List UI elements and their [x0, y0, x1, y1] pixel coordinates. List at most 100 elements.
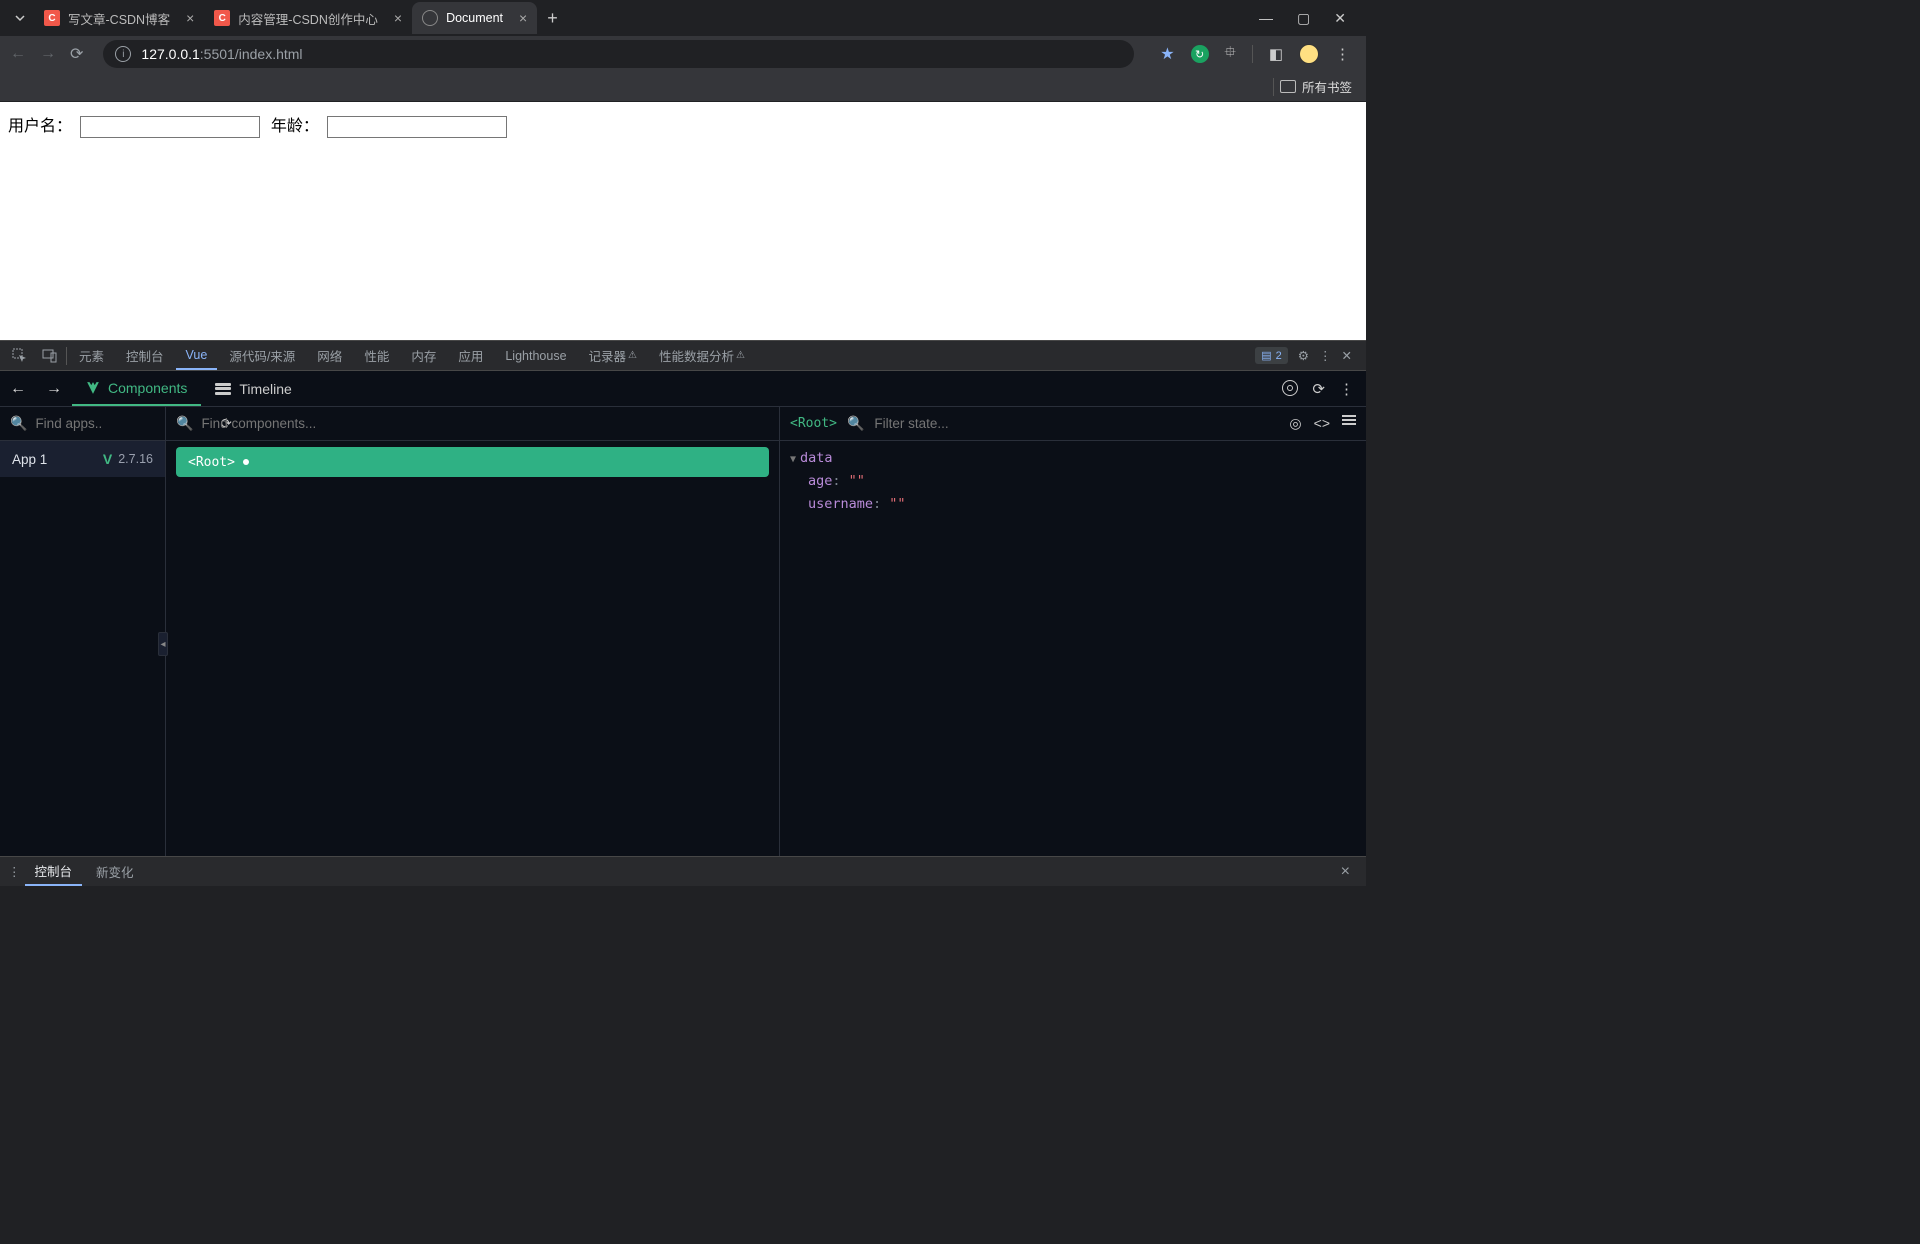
devtools-tab-console[interactable]: 控制台 — [116, 341, 174, 370]
state-prop-age[interactable]: age: "" — [790, 470, 1356, 493]
live-reload-icon[interactable]: ↻ — [1191, 45, 1209, 63]
vue-inspect-icon[interactable] — [1282, 380, 1298, 396]
state-prop-username[interactable]: username: "" — [790, 493, 1356, 516]
tab-close-icon[interactable]: × — [186, 10, 194, 26]
new-tab-button[interactable]: + — [537, 8, 568, 29]
age-label: 年龄： — [271, 118, 319, 135]
devtools-menu-icon[interactable]: ⋮ — [1319, 348, 1332, 363]
browser-tab-strip: C 写文章-CSDN博客 × C 内容管理-CSDN创作中心 × Documen… — [0, 0, 1366, 36]
tab-close-icon[interactable]: × — [394, 10, 402, 26]
folder-icon — [1280, 80, 1296, 93]
vue-panels: 🔍 ⟳ App 1 V 2.7.16 ◂ 🔍 <Root> — [0, 407, 1366, 856]
apps-search-row: 🔍 ⟳ — [0, 407, 165, 441]
separator — [66, 347, 67, 365]
browser-tab-0[interactable]: C 写文章-CSDN博客 × — [34, 2, 204, 34]
window-minimize-icon[interactable]: — — [1259, 10, 1273, 27]
site-info-icon[interactable]: i — [115, 46, 131, 62]
state-menu-icon[interactable] — [1342, 415, 1356, 432]
tab-title: Document — [446, 11, 503, 25]
browser-tab-1[interactable]: C 内容管理-CSDN创作中心 × — [204, 2, 412, 34]
state-header: <Root> 🔍 ◎ <> — [780, 407, 1366, 441]
profile-avatar[interactable] — [1299, 44, 1319, 64]
open-in-editor-icon[interactable]: <> — [1314, 415, 1330, 432]
devtools-settings-icon[interactable]: ⚙ — [1298, 348, 1309, 363]
devtools-tab-performance[interactable]: 性能 — [354, 341, 399, 370]
search-icon: 🔍 — [10, 415, 27, 432]
devtools-tab-perf-insights[interactable]: 性能数据分析⚠ — [649, 341, 755, 370]
username-label: 用户名： — [8, 118, 72, 135]
nav-back-icon[interactable]: ← — [10, 45, 26, 63]
all-bookmarks-button[interactable]: 所有书签 — [1302, 77, 1352, 96]
browser-menu-icon[interactable]: ⋮ — [1335, 45, 1350, 63]
browser-tab-2[interactable]: Document × — [412, 2, 537, 34]
drawer-close-icon[interactable]: × — [1333, 863, 1358, 881]
username-input[interactable] — [80, 116, 260, 138]
panel-collapse-handle[interactable]: ◂ — [158, 632, 168, 656]
vue-back-icon[interactable]: ← — [0, 380, 36, 398]
state-group-data[interactable]: ▼data — [790, 447, 1356, 470]
toolbar-icons: ★ ↻ ⯐ ◧ ⋮ — [1154, 42, 1356, 67]
vue-menu-icon[interactable]: ⋮ — [1339, 380, 1354, 398]
window-maximize-icon[interactable]: ▢ — [1297, 10, 1310, 27]
tab-close-icon[interactable]: × — [519, 10, 527, 26]
inspect-element-icon[interactable] — [6, 348, 34, 364]
drawer-tab-whatsnew[interactable]: 新变化 — [86, 858, 144, 885]
scroll-to-component-icon[interactable]: ◎ — [1289, 415, 1301, 432]
vue-devtools-bar: ← → Components Timeline ⟳ ⋮ — [0, 371, 1366, 407]
vue-refresh-icon[interactable]: ⟳ — [1312, 380, 1325, 398]
vue-tab-timeline[interactable]: Timeline — [201, 371, 305, 406]
vue-apps-panel: 🔍 ⟳ App 1 V 2.7.16 — [0, 407, 166, 856]
devtools-tab-network[interactable]: 网络 — [307, 341, 352, 370]
selected-component-label: <Root> — [790, 416, 837, 431]
tab-title: 内容管理-CSDN创作中心 — [238, 9, 378, 28]
nav-reload-icon[interactable]: ⟳ — [70, 44, 83, 64]
devtools-tab-bar: 元素 控制台 Vue 源代码/来源 网络 性能 内存 应用 Lighthouse… — [0, 341, 1366, 371]
url-input[interactable]: i 127.0.0.1:5501/index.html — [103, 40, 1134, 68]
timeline-icon — [215, 383, 231, 395]
vue-logo-icon: V — [103, 451, 112, 467]
tree-search-input[interactable] — [201, 416, 769, 431]
render-indicator-icon — [243, 459, 249, 465]
separator — [1273, 78, 1274, 96]
vue-tab-label: Components — [108, 380, 187, 396]
vue-components-icon — [86, 381, 100, 395]
bookmark-star-icon[interactable]: ★ — [1160, 44, 1174, 64]
devtools-tab-elements[interactable]: 元素 — [69, 341, 114, 370]
collapse-triangle-icon[interactable]: ▼ — [790, 454, 796, 465]
tab-search-dropdown[interactable] — [6, 12, 34, 24]
devtools: 元素 控制台 Vue 源代码/来源 网络 性能 内存 应用 Lighthouse… — [0, 340, 1366, 886]
nav-forward-icon[interactable]: → — [40, 45, 56, 63]
side-panel-icon[interactable]: ◧ — [1269, 45, 1283, 63]
drawer-tab-console[interactable]: 控制台 — [25, 857, 83, 886]
extensions-icon[interactable]: ⯐ — [1225, 42, 1236, 67]
vue-state-panel: <Root> 🔍 ◎ <> ▼data age: "" username: "" — [780, 407, 1366, 856]
devtools-close-icon[interactable]: ✕ — [1342, 348, 1352, 363]
vue-app-item[interactable]: App 1 V 2.7.16 — [0, 441, 165, 477]
vue-forward-icon[interactable]: → — [36, 380, 72, 398]
component-tree-root[interactable]: <Root> — [176, 447, 769, 477]
separator — [1252, 45, 1253, 63]
vue-tab-components[interactable]: Components — [72, 371, 201, 406]
devtools-tab-memory[interactable]: 内存 — [401, 341, 446, 370]
bookmark-bar: 所有书签 — [0, 72, 1366, 102]
app-name: App 1 — [12, 452, 47, 467]
tree-search-row: 🔍 — [166, 407, 779, 441]
device-toolbar-icon[interactable] — [36, 348, 64, 364]
devtools-tab-lighthouse[interactable]: Lighthouse — [495, 341, 576, 370]
address-bar: ← → ⟳ i 127.0.0.1:5501/index.html ★ ↻ ⯐ … — [0, 36, 1366, 72]
state-search-input[interactable] — [874, 416, 1279, 431]
devtools-tab-sources[interactable]: 源代码/来源 — [219, 341, 305, 370]
devtools-tab-application[interactable]: 应用 — [448, 341, 493, 370]
window-close-icon[interactable]: ✕ — [1334, 10, 1346, 27]
state-body: ▼data age: "" username: "" — [780, 441, 1366, 522]
drawer-menu-icon[interactable]: ⋮ — [8, 864, 21, 879]
search-icon: 🔍 — [176, 415, 193, 432]
devtools-tab-vue[interactable]: Vue — [176, 341, 218, 370]
devtools-tab-recorder[interactable]: 记录器⚠ — [579, 341, 647, 370]
vue-tab-label: Timeline — [239, 381, 291, 397]
age-input[interactable] — [327, 116, 507, 138]
devtools-drawer: ⋮ 控制台 新变化 × — [0, 856, 1366, 886]
tab-title: 写文章-CSDN博客 — [68, 9, 170, 28]
favicon-globe-icon — [422, 10, 438, 26]
messages-badge[interactable]: ▤ 2 — [1255, 347, 1288, 364]
